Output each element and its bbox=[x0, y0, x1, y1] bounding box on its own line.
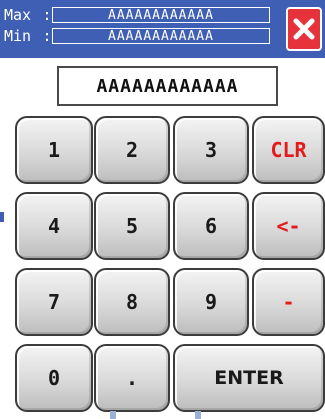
min-value: AAAAAAAAAAAA bbox=[52, 28, 270, 44]
min-row: Min : AAAAAAAAAAAA bbox=[4, 26, 270, 46]
key-9[interactable]: 9 bbox=[173, 268, 249, 336]
enter-button[interactable]: ENTER bbox=[173, 344, 325, 412]
bottom-edge-marker bbox=[195, 411, 201, 419]
max-value: AAAAAAAAAAAA bbox=[52, 7, 270, 23]
max-row: Max : AAAAAAAAAAAA bbox=[4, 5, 270, 25]
max-label: Max bbox=[4, 6, 32, 24]
key-8[interactable]: 8 bbox=[94, 268, 170, 336]
bottom-edge-marker bbox=[110, 411, 116, 419]
clear-button[interactable]: CLR bbox=[252, 116, 325, 184]
max-separator: : bbox=[42, 6, 52, 24]
value-display: AAAAAAAAAAAA bbox=[57, 66, 278, 106]
decimal-button[interactable]: . bbox=[94, 344, 170, 412]
keypad: 1 2 3 CLR 4 5 6 <- 7 8 9 - 0 . ENTER bbox=[0, 114, 325, 419]
key-5[interactable]: 5 bbox=[94, 192, 170, 260]
key-3[interactable]: 3 bbox=[173, 116, 249, 184]
key-6[interactable]: 6 bbox=[173, 192, 249, 260]
close-button[interactable] bbox=[286, 7, 322, 51]
minus-button[interactable]: - bbox=[252, 268, 325, 336]
left-edge-marker bbox=[0, 212, 4, 222]
title-bar: Max : AAAAAAAAAAAA Min : AAAAAAAAAAAA bbox=[0, 0, 325, 58]
key-2[interactable]: 2 bbox=[94, 116, 170, 184]
min-label: Min bbox=[4, 27, 32, 45]
min-separator: : bbox=[42, 27, 52, 45]
close-x-icon bbox=[293, 18, 315, 40]
key-7[interactable]: 7 bbox=[15, 268, 93, 336]
key-0[interactable]: 0 bbox=[15, 344, 93, 412]
backspace-button[interactable]: <- bbox=[252, 192, 325, 260]
key-4[interactable]: 4 bbox=[15, 192, 93, 260]
key-1[interactable]: 1 bbox=[15, 116, 93, 184]
